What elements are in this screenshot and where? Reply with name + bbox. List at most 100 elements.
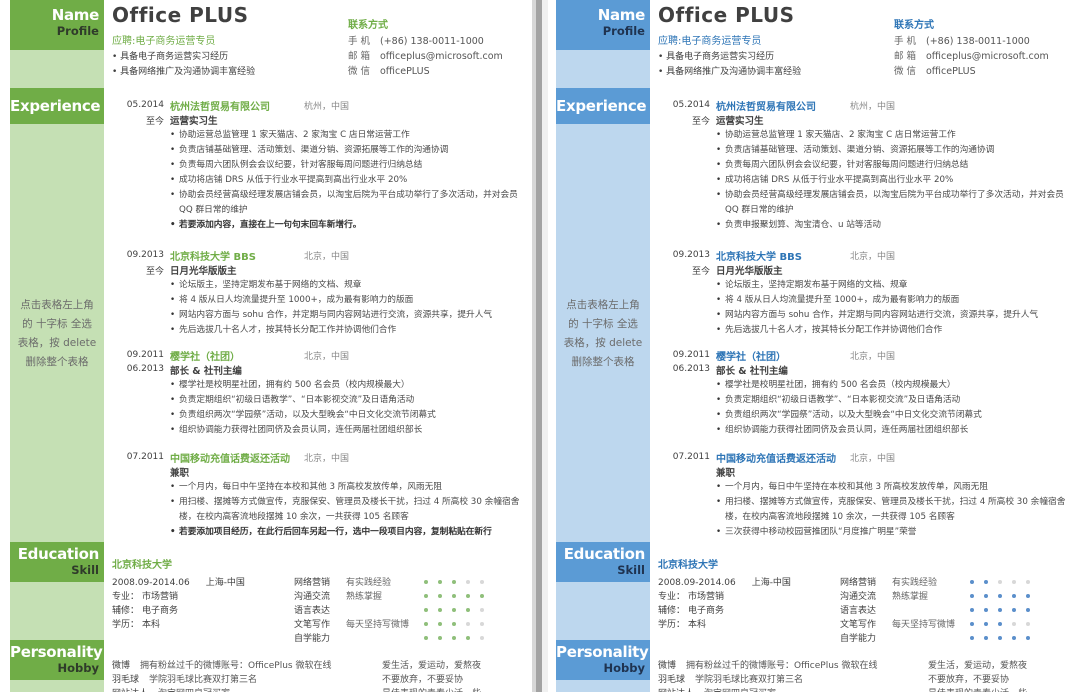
contact-email[interactable]: 邮 箱 officeplus@microsoft.com	[348, 48, 503, 62]
education-period: 2008.09-2014.06 上海-中国	[112, 575, 245, 588]
bullet-item: 成功将店铺 DRS 从低于行业水平提高到高出行业水平 20%	[170, 173, 525, 188]
date-end: 至今	[145, 117, 164, 127]
contact-email[interactable]: 邮 箱 officeplus@microsoft.com	[894, 48, 1049, 62]
contact-value: (+86) 138-0011-1000	[380, 36, 484, 47]
contact-wechat: 微 信 officePLUS	[894, 63, 976, 77]
skill-row: 语言表达	[294, 603, 346, 616]
bullet-item: 先后选拔几十名人才，按其特长分配工作并协调他们合作	[170, 323, 525, 338]
education-row: 辅修： 电子商务	[658, 603, 724, 616]
edu-value: 本科	[142, 620, 161, 630]
date-end: 至今	[691, 117, 710, 127]
organization: 北京科技大学 BBS	[716, 252, 802, 263]
date-start: 09.2013	[126, 250, 164, 260]
rating-dot-filled	[1026, 608, 1030, 612]
date-start: 05.2014	[672, 100, 710, 110]
bullet-item: 负责店铺基础管理、活动策划、渠道分销、资源拓展等工作的沟通协调	[716, 143, 1071, 158]
edu-label: 学历：	[658, 620, 686, 630]
rating-dot-empty	[1012, 622, 1016, 626]
date-end: 至今	[145, 267, 164, 277]
edu-label: 专业：	[658, 592, 686, 602]
personality-item: 爱生活，爱运动，爱熬夜	[928, 661, 1028, 671]
education-period: 2008.09-2014.06 上海-中国	[658, 575, 791, 588]
skill-row: 网络营销 有实践经验	[294, 575, 391, 588]
section-title: Experience	[556, 97, 647, 115]
rating-dot-filled	[970, 594, 974, 598]
highlight-text: 具备网络推广及沟通协调丰富经验	[120, 67, 256, 77]
skill-name: 文笔写作	[840, 620, 877, 630]
education-school: 北京科技大学	[658, 560, 718, 571]
bullet-item: 樱学社是校明星社团，拥有约 500 名会员（校内规模最大）	[170, 378, 525, 393]
resume-page-green: Name Profile Experience 点击表格左上角 的 十字标 全选…	[0, 0, 532, 692]
organization: 中国移动充值话费返还活动	[716, 454, 836, 465]
bullet-item: 组织协调能力获得社团同侪及会员认同，连任两届社团组织部长	[170, 423, 525, 438]
role-title: 部长 & 社刊主编	[170, 366, 242, 377]
date-start: 09.2011	[126, 350, 164, 360]
edu-label: 辅修：	[658, 606, 686, 616]
bullet-item: 将 4 版从日人均流量提升至 1000+，成为最有影响力的版面	[170, 293, 525, 308]
contact-label: 手 机	[894, 36, 917, 47]
rating-dot-empty	[466, 622, 470, 626]
bullet-item: 若要添加项目经历，在此行后回车另起一行，选中一段项目内容，复制粘贴在新行	[170, 525, 525, 540]
hobby-item: 微博 拥有粉丝过千的微博账号：OfficePlus 微软在线	[658, 658, 877, 671]
skill-row: 沟通交流 熟练掌握	[294, 589, 382, 602]
education-row: 专业： 市场营销	[112, 589, 178, 602]
role-title: 运营实习生	[716, 116, 764, 127]
section-header-personality: Personality Hobby	[10, 640, 104, 680]
hobby-item: 羽毛球 学院羽毛球比赛双打第三名	[112, 672, 257, 685]
rating-dot-filled	[970, 636, 974, 640]
bullet-list: 论坛版主，坚持定期发布基于网络的文档、规章将 4 版从日人均流量提升至 1000…	[170, 278, 525, 338]
personality-item: 最佳表现的青春少活一些	[382, 686, 481, 692]
bullet-item: 樱学社是校明星社团，拥有约 500 名会员（校内规模最大）	[716, 378, 1071, 393]
sidebar-note: 点击表格左上角 的 十字标 全选 表格，按 delete 删除整个表格	[556, 296, 650, 372]
bullet-list: 一个月内，每日中午坚持在本校和其他 3 所高校发放传单，风雨无阻用扫楼、摆摊等方…	[170, 480, 525, 540]
hobby-key: 微博	[658, 661, 677, 671]
contact-value: officeplus@microsoft.com	[380, 51, 503, 62]
rating-dot-filled	[424, 622, 428, 626]
bullet-item: 协助会员经营高级经理发展店铺会员，以淘宝后院为平台成功举行了多次活动，并对会员 …	[716, 188, 1071, 218]
contact-label: 微 信	[348, 66, 371, 77]
job-target: 应聘:电子商务运营专员	[658, 36, 762, 47]
bullet-item: 三次获得中移动校园营推团队“月度推广明星”荣誉	[716, 525, 1071, 540]
rating-dot-empty	[480, 636, 484, 640]
hobby-item: 网站达人淘宝网四皇冠买家	[658, 686, 776, 692]
education-row: 专业： 市场营销	[658, 589, 724, 602]
skill-desc: 每天坚持写微博	[892, 620, 956, 630]
rating-dot-filled	[466, 594, 470, 598]
skill-name: 网络营销	[294, 578, 331, 588]
contact-phone: 手 机 (+86) 138-0011-1000	[894, 33, 1030, 47]
skill-name: 自学能力	[294, 634, 331, 644]
bullet-item: 若要添加内容，直接在上一句句末回车新增行。	[170, 218, 525, 233]
date-end: 06.2013	[672, 364, 710, 374]
note-line: 的 十字标 全选	[568, 318, 638, 330]
section-title: Experience	[10, 97, 101, 115]
education-row: 学历： 本科	[658, 617, 706, 630]
education-row: 辅修： 电子商务	[112, 603, 178, 616]
contact-label: 邮 箱	[348, 51, 371, 62]
skill-row: 自学能力	[840, 631, 892, 644]
highlight-item: • 具备电子商务运营实习经历	[112, 52, 229, 62]
section-header-education: Education Skill	[556, 542, 650, 582]
location: 北京，中国	[850, 252, 896, 262]
bullet-item: 用扫楼、摆摊等方式做宣传，克服保安、管理员及楼长干扰，扫过 4 所高校 30 余…	[716, 495, 1071, 525]
highlight-text: 具备电子商务运营实习经历	[120, 52, 229, 62]
personality-item: 爱生活，爱运动，爱熬夜	[382, 661, 482, 671]
bullet-list: 一个月内，每日中午坚持在本校和其他 3 所高校发放传单，风雨无阻用扫楼、摆摊等方…	[716, 480, 1071, 540]
skill-name: 沟通交流	[840, 592, 877, 602]
sidebar-note: 点击表格左上角 的 十字标 全选 表格，按 delete 删除整个表格	[10, 296, 104, 372]
rating-dot-empty	[480, 608, 484, 612]
section-title: Personality	[10, 643, 103, 661]
rating-dot-filled	[424, 594, 428, 598]
candidate-name: Office PLUS	[112, 3, 249, 27]
skill-row: 网络营销 有实践经验	[840, 575, 937, 588]
note-line: 点击表格左上角	[20, 299, 94, 311]
period-text: 2008.09-2014.06	[112, 578, 190, 588]
bullet-item: 负责定期组织“初级日语教学”、“日本影视交流”及日语角活动	[170, 393, 525, 408]
edu-value: 市场营销	[688, 592, 725, 602]
skill-desc: 熟练掌握	[346, 592, 383, 602]
candidate-name: Office PLUS	[658, 3, 795, 27]
organization: 杭州法哲贸易有限公司	[170, 102, 270, 113]
rating-dot-filled	[466, 608, 470, 612]
location: 北京，中国	[304, 252, 350, 262]
place-text: 上海-中国	[751, 578, 791, 588]
role-title: 运营实习生	[170, 116, 218, 127]
